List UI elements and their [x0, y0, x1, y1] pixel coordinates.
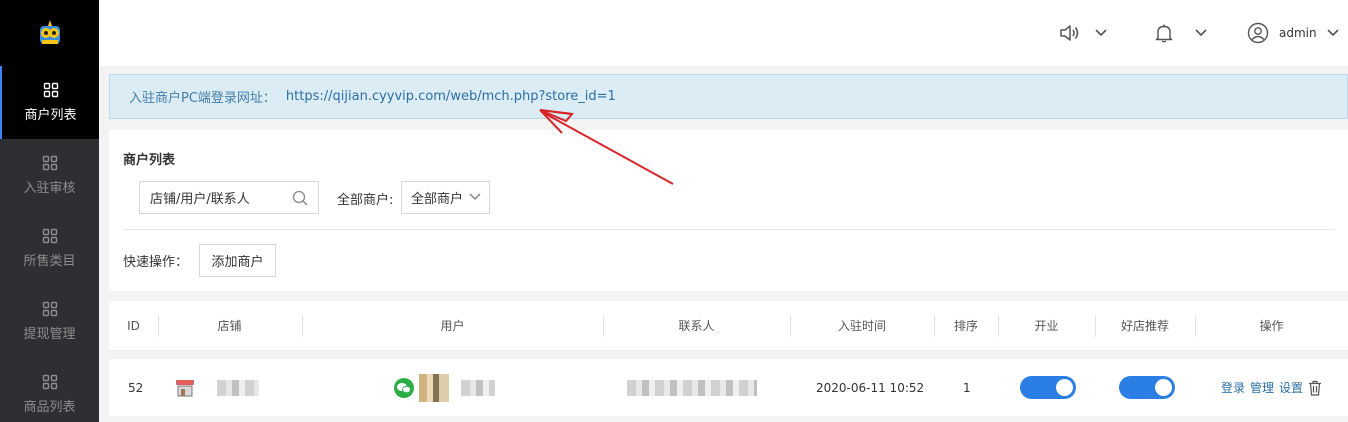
user-name-redacted	[461, 379, 495, 396]
settings-link[interactable]: 设置	[1279, 379, 1303, 396]
search-placeholder: 店铺/用户/联系人	[150, 192, 250, 207]
open-toggle[interactable]	[1020, 376, 1076, 399]
sidebar-item-entry-review[interactable]: 入驻审核	[0, 139, 99, 212]
quick-actions-label: 快速操作：	[123, 255, 189, 270]
divider	[123, 229, 1335, 230]
sidebar-item-label: 商品列表	[23, 400, 76, 415]
chevron-down-icon[interactable]	[1095, 29, 1107, 37]
merchant-filter-panel: 商户列表 店铺/用户/联系人 全部商户: 全部商户 快速操作： 添加商户	[109, 130, 1348, 291]
column-separator	[1195, 315, 1196, 337]
recommend-toggle[interactable]	[1119, 376, 1175, 399]
bell-icon[interactable]	[1155, 23, 1173, 43]
wechat-icon	[394, 377, 414, 398]
add-merchant-button[interactable]: 添加商户	[199, 244, 276, 277]
sidebar-item-withdraw-manage[interactable]: 提现管理	[0, 285, 99, 358]
user-cell	[394, 359, 495, 416]
chevron-down-icon[interactable]	[1195, 29, 1207, 37]
trash-icon[interactable]	[1308, 380, 1322, 396]
sidebar-item-merchant-list[interactable]: 商户列表	[0, 66, 99, 139]
shop-name-redacted	[217, 379, 259, 396]
user-circle-icon[interactable]	[1247, 22, 1269, 44]
th-open: 开业	[1034, 319, 1059, 333]
login-link[interactable]: 登录	[1221, 379, 1245, 396]
grid-icon	[42, 155, 58, 171]
sidebar-item-sales-category[interactable]: 所售类目	[0, 212, 99, 285]
th-recommend: 好店推荐	[1120, 319, 1169, 333]
shop-cell	[175, 359, 259, 416]
column-separator	[1095, 315, 1096, 337]
search-input[interactable]: 店铺/用户/联系人	[139, 181, 319, 214]
panel-title: 商户列表	[123, 153, 176, 168]
column-separator	[603, 315, 604, 337]
open-cell	[1020, 359, 1076, 416]
sort-value: 1	[963, 380, 971, 395]
grid-icon	[42, 374, 58, 390]
sidebar: 商户列表入驻审核所售类目提现管理商品列表	[0, 0, 99, 422]
th-sort: 排序	[953, 319, 978, 333]
chevron-down-icon[interactable]	[1327, 29, 1339, 37]
column-separator	[934, 315, 935, 337]
speaker-icon[interactable]	[1059, 23, 1081, 43]
contact-redacted	[627, 379, 757, 396]
sidebar-item-label: 商户列表	[24, 108, 77, 123]
notification-menu[interactable]	[1155, 0, 1207, 66]
top-header: admin	[99, 0, 1348, 66]
sound-menu[interactable]	[1059, 0, 1107, 66]
join-time: 2020-06-11 10:52	[816, 380, 925, 395]
sidebar-item-product-list[interactable]: 商品列表	[0, 358, 99, 422]
store-icon	[176, 379, 194, 396]
chevron-down-icon[interactable]	[469, 193, 481, 201]
recommend-cell	[1119, 359, 1175, 416]
sidebar-item-label: 所售类目	[23, 254, 76, 269]
th-id: ID	[127, 319, 140, 333]
grid-icon	[42, 228, 58, 244]
column-separator	[302, 315, 303, 337]
th-actions: 操作	[1259, 319, 1284, 333]
sidebar-item-label: 提现管理	[23, 327, 76, 342]
select-value: 全部商户	[411, 192, 464, 207]
login-url-link[interactable]: https://qijian.cyyvip.com/web/mch.php?st…	[286, 89, 616, 104]
column-separator	[998, 315, 999, 337]
logo[interactable]	[0, 0, 99, 66]
user-avatar	[419, 373, 449, 402]
grid-icon	[43, 82, 59, 98]
th-join-time: 入驻时间	[837, 319, 886, 333]
contact-cell	[627, 359, 757, 416]
th-user: 用户	[440, 319, 465, 333]
grid-icon	[42, 301, 58, 317]
user-name[interactable]: admin	[1279, 26, 1317, 40]
th-shop: 店铺	[217, 319, 242, 333]
search-icon[interactable]	[292, 190, 308, 206]
row-id: 52	[128, 380, 144, 395]
owl-logo-icon	[39, 20, 60, 44]
table-row: 52 2020-06-11 10:52 1 登录 管理 设置	[109, 359, 1348, 416]
column-separator	[158, 315, 159, 337]
filter-label: 全部商户:	[337, 193, 394, 208]
th-contact: 联系人	[678, 319, 715, 333]
sidebar-item-label: 入驻审核	[23, 181, 76, 196]
column-separator	[790, 315, 791, 337]
table-header: ID 店铺 用户 联系人 入驻时间 排序 开业 好店推荐 操作	[109, 301, 1348, 351]
manage-link[interactable]: 管理	[1250, 379, 1274, 396]
login-url-notice: 入驻商户PC端登录网址： https://qijian.cyyvip.com/w…	[109, 74, 1348, 119]
notice-label: 入驻商户PC端登录网址：	[129, 91, 276, 106]
merchant-type-select[interactable]: 全部商户	[401, 181, 490, 214]
actions-cell: 登录 管理 设置	[1221, 359, 1322, 416]
user-menu[interactable]: admin	[1247, 0, 1339, 66]
